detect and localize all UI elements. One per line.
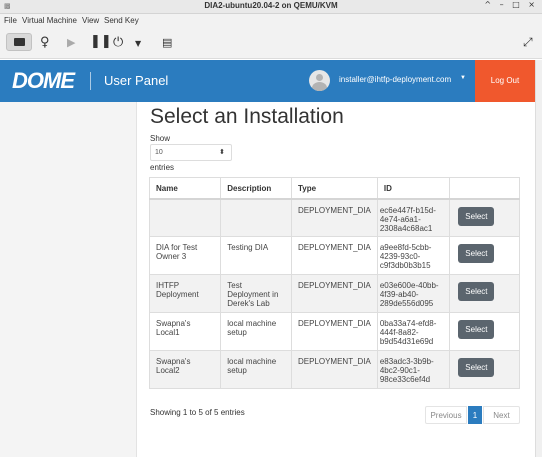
table-row: Swapna's Local1 local machine setup DEPL… bbox=[148, 312, 520, 351]
pagination-page-1[interactable]: 1 bbox=[468, 406, 482, 424]
cell-description: Test Deployment in Derek's Lab bbox=[220, 274, 292, 313]
cell-type: DEPLOYMENT_DIA bbox=[290, 198, 378, 237]
page-length-select[interactable]: 10 ⬍ bbox=[150, 144, 232, 161]
pagination-previous[interactable]: Previous bbox=[425, 406, 467, 424]
sidebar bbox=[0, 102, 137, 457]
menu-view[interactable]: View bbox=[82, 16, 99, 25]
power-icon[interactable]: ⏻ bbox=[113, 35, 123, 51]
select-button[interactable]: Select bbox=[458, 358, 495, 377]
column-header-id[interactable]: ID bbox=[376, 177, 451, 200]
cell-action: Select bbox=[449, 350, 520, 389]
cell-id: e03e600e-40bb-4f39-ab40-289de556d095 bbox=[376, 274, 451, 313]
window-controls[interactable]: ^ – □ × bbox=[484, 0, 538, 9]
guest-viewport: DOME User Panel installer@ihtfp-deployme… bbox=[0, 60, 535, 457]
installations-table: Name Description Type ID DEPLOYMENT_DIA … bbox=[148, 177, 520, 389]
cell-type: DEPLOYMENT_DIA bbox=[290, 312, 378, 351]
vm-toolbar: ♀ ▶ ❚❚ ⏻ ▼ ▤ ⤢ bbox=[0, 27, 542, 59]
panel-title: User Panel bbox=[104, 73, 169, 88]
user-avatar-icon[interactable] bbox=[309, 70, 330, 91]
page-length-value: 10 bbox=[155, 149, 163, 156]
cell-type: DEPLOYMENT_DIA bbox=[290, 274, 378, 313]
cell-name: Swapna's Local1 bbox=[148, 312, 222, 351]
table-row: IHTFP Deployment Test Deployment in Dere… bbox=[148, 274, 520, 313]
user-menu[interactable]: installer@ihtfp-deployment.com bbox=[339, 75, 451, 84]
select-arrows-icon: ⬍ bbox=[219, 148, 225, 156]
monitor-icon bbox=[14, 38, 25, 46]
table-info: Showing 1 to 5 of 5 entries bbox=[150, 408, 245, 417]
menu-file[interactable]: File bbox=[4, 16, 17, 25]
menubar: File Virtual Machine View Send Key bbox=[0, 14, 542, 27]
cell-action: Select bbox=[449, 236, 520, 275]
page-title: Select an Installation bbox=[150, 105, 344, 128]
cell-description: Testing DIA bbox=[220, 236, 292, 275]
chevron-down-icon[interactable]: ▼ bbox=[135, 39, 141, 55]
select-button[interactable]: Select bbox=[458, 282, 495, 301]
lightbulb-icon[interactable]: ♀ bbox=[40, 35, 50, 51]
cell-description: local machine setup bbox=[220, 312, 292, 351]
logout-button[interactable]: Log Out bbox=[475, 60, 535, 102]
pagination-next[interactable]: Next bbox=[483, 406, 520, 424]
cell-description: local machine setup bbox=[220, 350, 292, 389]
cell-id: ec6e447f-b15d-4e74-a6a1-2308a4c68ac1 bbox=[376, 198, 451, 237]
table-header-row: Name Description Type ID bbox=[148, 177, 520, 200]
cell-type: DEPLOYMENT_DIA bbox=[290, 350, 378, 389]
cell-name: Swapna's Local2 bbox=[148, 350, 222, 389]
cell-type: DEPLOYMENT_DIA bbox=[290, 236, 378, 275]
column-header-type[interactable]: Type bbox=[290, 177, 378, 200]
table-row: DEPLOYMENT_DIA ec6e447f-b15d-4e74-a6a1-2… bbox=[148, 198, 520, 237]
viewport-scrollbar[interactable] bbox=[535, 60, 542, 457]
column-header-action bbox=[449, 177, 520, 200]
play-icon[interactable]: ▶ bbox=[67, 36, 75, 52]
cell-action: Select bbox=[449, 312, 520, 351]
cell-action: Select bbox=[449, 274, 520, 313]
cell-action: Select bbox=[449, 198, 520, 237]
console-view-button[interactable] bbox=[6, 33, 32, 51]
select-button[interactable]: Select bbox=[458, 320, 495, 339]
app-navbar: DOME User Panel installer@ihtfp-deployme… bbox=[0, 60, 535, 102]
cell-id: 0ba33a74-efd8-444f-8a82-b9d54d31e69d bbox=[376, 312, 451, 351]
table-row: Swapna's Local2 local machine setup DEPL… bbox=[148, 350, 520, 389]
fullscreen-icon[interactable]: ⤢ bbox=[523, 35, 533, 51]
table-row: DIA for Test Owner 3 Testing DIA DEPLOYM… bbox=[148, 236, 520, 275]
column-header-description[interactable]: Description bbox=[220, 177, 292, 200]
menu-virtual-machine[interactable]: Virtual Machine bbox=[22, 16, 77, 25]
select-button[interactable]: Select bbox=[458, 244, 495, 263]
cell-name: IHTFP Deployment bbox=[148, 274, 222, 313]
window-title: DIA2-ubuntu20.04-2 on QEMU/KVM bbox=[204, 1, 338, 10]
cell-description bbox=[220, 198, 292, 237]
show-label: Show bbox=[150, 134, 171, 143]
cell-id: a9ee8fd-5cbb-4239-93c0-c9f3db0b3b15 bbox=[376, 236, 451, 275]
column-header-name[interactable]: Name bbox=[148, 177, 222, 200]
screenshot-icon[interactable]: ▤ bbox=[162, 36, 172, 52]
dome-logo[interactable]: DOME bbox=[12, 68, 75, 94]
cell-name: DIA for Test Owner 3 bbox=[148, 236, 222, 275]
cell-name bbox=[148, 198, 222, 237]
pause-icon[interactable]: ❚❚ bbox=[90, 34, 112, 50]
window-titlebar: ▩ DIA2-ubuntu20.04-2 on QEMU/KVM ^ – □ × bbox=[0, 0, 542, 14]
menu-send-key[interactable]: Send Key bbox=[104, 16, 139, 25]
nav-divider bbox=[90, 72, 91, 90]
chevron-down-icon[interactable]: ▼ bbox=[460, 75, 466, 81]
select-button[interactable]: Select bbox=[458, 206, 495, 226]
entries-label: entries bbox=[150, 163, 175, 172]
cell-id: e83adc3-3b9b-4bc2-90c1-98ce33c6ef4d bbox=[376, 350, 451, 389]
